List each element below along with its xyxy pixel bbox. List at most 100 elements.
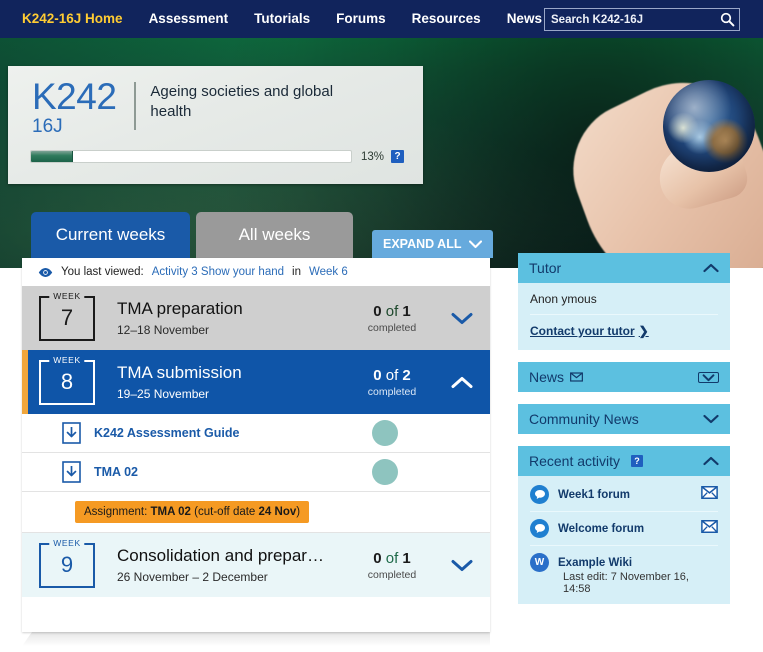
week-legend-7: WEEK	[49, 291, 84, 301]
last-viewed-activity-link[interactable]: Activity 3 Show your hand	[152, 266, 284, 278]
page-root: K242-16J Home Assessment Tutorials Forum…	[0, 0, 763, 652]
week-count-total-8: 2	[402, 367, 410, 384]
right-sidebar: Tutor Anon ymous Contact your tutor ❯ Ne…	[518, 253, 730, 616]
week-toggle-9[interactable]	[434, 559, 490, 572]
hero-globe	[663, 80, 755, 172]
nav-item-assessment[interactable]: Assessment	[149, 0, 229, 38]
search-box[interactable]	[544, 8, 740, 31]
resource-row-tma02[interactable]: TMA 02	[22, 453, 490, 492]
expand-all-button[interactable]: EXPAND ALL	[372, 230, 493, 258]
week-title-7: TMA preparation	[117, 299, 350, 319]
panel-tutor: Tutor Anon ymous Contact your tutor ❯	[518, 253, 730, 350]
nav-item-news[interactable]: News	[507, 0, 542, 38]
panel-header-community-news[interactable]: Community News	[518, 404, 730, 434]
panel-title-recent-activity: Recent activity ?	[529, 453, 703, 469]
course-title: Ageing societies and global health	[150, 78, 365, 123]
chevron-down-icon[interactable]	[703, 414, 719, 424]
document-download-icon	[62, 422, 81, 444]
resource-label-assessment-guide[interactable]: K242 Assessment Guide	[94, 426, 372, 440]
course-summary-card: K242 16J Ageing societies and global hea…	[8, 66, 423, 184]
recent-activity-name-example-wiki[interactable]: Example Wiki	[558, 557, 718, 569]
week-toggle-7[interactable]	[434, 312, 490, 325]
week-number-8: 8	[61, 371, 73, 393]
week-count-9: 0 of 1	[350, 550, 434, 567]
week-title-9: Consolidation and prepar…	[117, 546, 350, 566]
envelope-icon[interactable]	[701, 486, 718, 504]
panel-header-recent-activity[interactable]: Recent activity ?	[518, 446, 730, 476]
week-row-9[interactable]: WEEK 9 Consolidation and prepar… 26 Nove…	[22, 533, 490, 597]
panel-title-news: News	[529, 369, 698, 385]
recent-activity-name-welcome-forum[interactable]: Welcome forum	[558, 523, 692, 535]
forum-icon	[530, 485, 549, 504]
nav-item-forums[interactable]: Forums	[336, 0, 386, 38]
progress-bar-track	[30, 150, 352, 163]
last-viewed-bar: You last viewed: Activity 3 Show your ha…	[22, 258, 490, 286]
tab-all-weeks[interactable]: All weeks	[196, 212, 353, 258]
week-legend-9: WEEK	[49, 538, 84, 548]
assignment-prefix: Assignment:	[84, 506, 147, 518]
nav-item-home[interactable]: K242-16J Home	[22, 0, 123, 38]
week-count-total-9: 1	[402, 550, 410, 567]
assignment-row: Assignment: TMA 02 (cut-off date 24 Nov)	[22, 492, 490, 533]
panel-recent-activity: Recent activity ? Week1 forum	[518, 446, 730, 604]
resource-label-tma02[interactable]: TMA 02	[94, 465, 372, 479]
chevron-down-icon	[702, 374, 715, 382]
recent-activity-item-welcome-forum[interactable]: Welcome forum	[530, 512, 718, 546]
course-code: K242	[32, 76, 116, 117]
chevron-down-icon	[451, 312, 473, 325]
chevron-up-icon[interactable]	[703, 456, 719, 466]
last-viewed-middle: in	[292, 266, 301, 278]
recent-activity-item-week1-forum[interactable]: Week1 forum	[530, 478, 718, 512]
week-count-of-8: of	[386, 367, 399, 384]
week-completion-9: 0 of 1 completed	[350, 550, 434, 581]
completion-status-dot[interactable]	[372, 459, 398, 485]
panel-body-recent-activity: Week1 forum Welcome forum W	[518, 476, 730, 604]
search-input[interactable]	[545, 14, 715, 26]
panel-body-tutor: Anon ymous Contact your tutor ❯	[518, 283, 730, 350]
progress-help-icon[interactable]: ?	[391, 150, 404, 163]
assignment-cutoff-prefix: (cut-off date	[194, 506, 255, 518]
nav-item-resources[interactable]: Resources	[412, 0, 481, 38]
recent-activity-help-icon[interactable]: ?	[631, 455, 643, 467]
resource-row-assessment-guide[interactable]: K242 Assessment Guide	[22, 414, 490, 453]
week-toggle-8[interactable]	[434, 376, 490, 389]
tab-current-weeks[interactable]: Current weeks	[31, 212, 190, 258]
envelope-icon[interactable]	[701, 520, 718, 538]
eye-icon	[38, 267, 53, 278]
week-count-label-8: completed	[350, 386, 434, 398]
search-icon[interactable]	[715, 12, 739, 27]
last-viewed-week-link[interactable]: Week 6	[309, 266, 348, 278]
assignment-badge[interactable]: Assignment: TMA 02 (cut-off date 24 Nov)	[75, 501, 309, 523]
week-row-8[interactable]: WEEK 8 TMA submission 19–25 November 0 o…	[22, 350, 490, 414]
week-count-7: 0 of 1	[350, 303, 434, 320]
week-text-9: Consolidation and prepar… 26 November – …	[117, 546, 350, 585]
completion-status-dot[interactable]	[372, 420, 398, 446]
week-text-8: TMA submission 19–25 November	[117, 363, 350, 402]
week-count-label-9: completed	[350, 569, 434, 581]
panel-title-tutor: Tutor	[529, 260, 703, 276]
chevron-up-icon[interactable]	[703, 263, 719, 273]
chevron-up-icon	[451, 376, 473, 389]
recent-activity-item-example-wiki[interactable]: W Example Wiki	[530, 546, 718, 574]
week-count-of-7: of	[386, 303, 399, 320]
week-title-8: TMA submission	[117, 363, 350, 383]
nav-item-tutorials[interactable]: Tutorials	[254, 0, 310, 38]
contact-tutor-link[interactable]: Contact your tutor ❯	[530, 324, 718, 338]
panel-title-community-news: Community News	[529, 411, 703, 427]
week-count-total-7: 1	[402, 303, 410, 320]
week-row-7[interactable]: WEEK 7 TMA preparation 12–18 November 0 …	[22, 286, 490, 350]
assignment-cutoff-date: 24 Nov	[259, 506, 297, 518]
course-progress-row: 13% ?	[8, 136, 423, 163]
recent-activity-sub-example-wiki: Last edit: 7 November 16, 14:58	[530, 571, 718, 595]
week-count-label-7: completed	[350, 322, 434, 334]
recent-activity-name-week1-forum[interactable]: Week1 forum	[558, 489, 692, 501]
assignment-cutoff-suffix: )	[296, 506, 300, 518]
last-viewed-prefix: You last viewed:	[61, 266, 144, 278]
panel-header-tutor[interactable]: Tutor	[518, 253, 730, 283]
news-collapse-toggle[interactable]	[698, 372, 719, 383]
progress-bar-fill	[31, 151, 73, 162]
document-download-icon	[62, 461, 81, 483]
wiki-icon: W	[530, 553, 549, 572]
panel-header-news[interactable]: News	[518, 362, 730, 392]
weeks-content-panel: You last viewed: Activity 3 Show your ha…	[22, 258, 490, 632]
